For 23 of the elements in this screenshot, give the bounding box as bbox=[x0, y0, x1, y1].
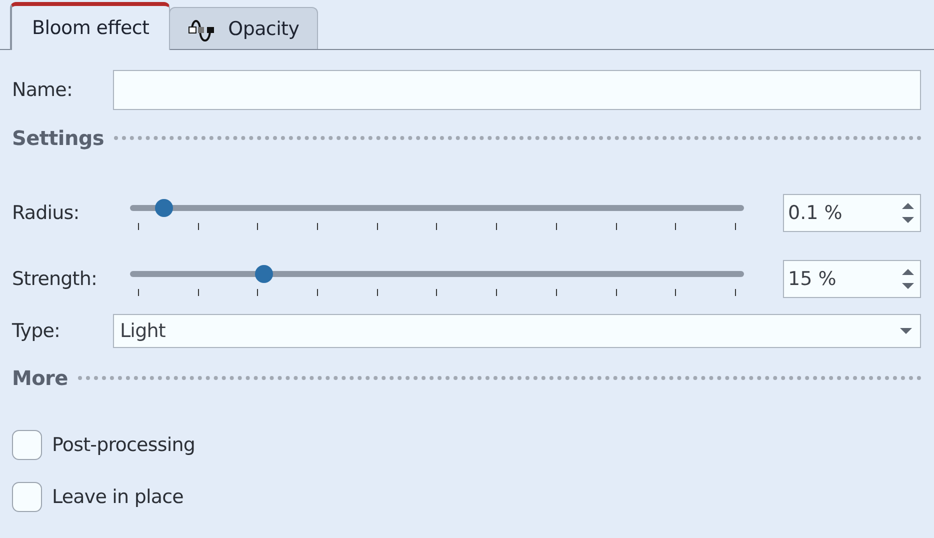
up-arrow-icon[interactable] bbox=[902, 269, 914, 275]
spin-field[interactable]: 0.1 % bbox=[783, 194, 921, 232]
down-arrow-icon[interactable] bbox=[902, 283, 914, 289]
spin-field[interactable]: 15 % bbox=[783, 260, 921, 298]
tab[interactable]: Opacity bbox=[169, 7, 318, 49]
down-arrow-icon[interactable] bbox=[902, 217, 914, 223]
caret-icon bbox=[900, 328, 912, 334]
field-label: Type: bbox=[12, 320, 62, 342]
name-field[interactable] bbox=[113, 70, 921, 110]
slider-thumb[interactable] bbox=[254, 264, 273, 282]
field-label: Radius: bbox=[12, 202, 80, 224]
section-heading: Settings bbox=[12, 126, 104, 150]
field-label: Strength: bbox=[12, 268, 98, 290]
checkbox[interactable] bbox=[12, 482, 42, 512]
checkbox-label: Post-processing bbox=[52, 434, 196, 456]
tab[interactable]: Bloom effect bbox=[10, 2, 170, 50]
type-dropdown[interactable]: Light bbox=[113, 314, 921, 348]
section-heading: More bbox=[12, 366, 68, 390]
field-label: Name: bbox=[12, 79, 74, 101]
checkbox-label: Leave in place bbox=[52, 486, 184, 508]
up-arrow-icon[interactable] bbox=[902, 203, 914, 209]
checkbox[interactable] bbox=[12, 430, 42, 460]
slider-thumb[interactable] bbox=[154, 198, 173, 216]
